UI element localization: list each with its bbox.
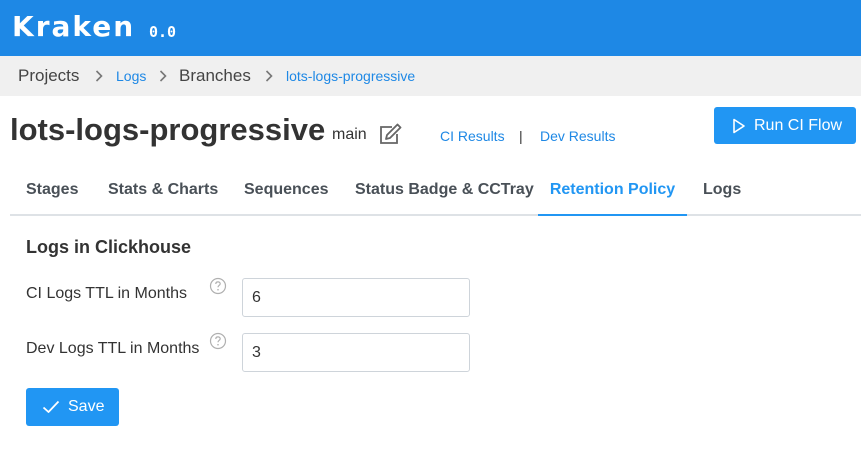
dev-logs-ttl-input[interactable] bbox=[242, 333, 470, 372]
ci-results-link[interactable]: CI Results bbox=[440, 126, 505, 146]
app-version: 0.0 bbox=[149, 23, 177, 41]
breadcrumb-project-link[interactable]: Logs bbox=[116, 56, 146, 96]
dev-results-link[interactable]: Dev Results bbox=[540, 126, 615, 146]
chevron-right-icon bbox=[265, 70, 273, 82]
tab-status-badge[interactable]: Status Badge & CCTray bbox=[355, 166, 534, 214]
edit-icon[interactable] bbox=[378, 123, 402, 145]
breadcrumb-branches[interactable]: Branches bbox=[179, 56, 251, 96]
save-label: Save bbox=[68, 398, 105, 415]
run-ci-flow-button[interactable]: Run CI Flow bbox=[714, 107, 856, 144]
run-ci-flow-label: Run CI Flow bbox=[754, 117, 843, 134]
link-separator: | bbox=[519, 128, 523, 144]
chevron-right-icon bbox=[159, 70, 167, 82]
chevron-right-icon bbox=[95, 70, 103, 82]
tab-bar: Stages Stats & Charts Sequences Status B… bbox=[10, 166, 861, 216]
help-icon[interactable] bbox=[209, 277, 227, 295]
app-logo[interactable]: Kraken bbox=[12, 10, 135, 44]
tab-sequences[interactable]: Sequences bbox=[244, 166, 328, 214]
tab-retention-policy[interactable]: Retention Policy bbox=[538, 166, 687, 216]
top-navbar: Kraken 0.0 bbox=[0, 0, 861, 56]
check-icon bbox=[42, 400, 60, 413]
play-icon bbox=[733, 118, 745, 134]
dev-logs-ttl-label: Dev Logs TTL in Months bbox=[26, 340, 200, 357]
section-title: Logs in Clickhouse bbox=[26, 237, 192, 257]
tab-stats-charts[interactable]: Stats & Charts bbox=[108, 166, 218, 214]
ci-logs-ttl-label: CI Logs TTL in Months bbox=[26, 285, 187, 302]
breadcrumb: Projects Logs Branches lots-logs-progres… bbox=[0, 56, 861, 96]
branch-name: main bbox=[332, 126, 367, 143]
page-title: lots-logs-progressive bbox=[10, 112, 326, 147]
tab-logs[interactable]: Logs bbox=[703, 166, 741, 214]
tab-stages[interactable]: Stages bbox=[26, 166, 78, 214]
breadcrumb-projects[interactable]: Projects bbox=[18, 56, 79, 96]
save-button[interactable]: Save bbox=[26, 388, 119, 426]
ci-logs-ttl-input[interactable] bbox=[242, 278, 470, 317]
breadcrumb-branch-link[interactable]: lots-logs-progressive bbox=[286, 56, 415, 96]
help-icon[interactable] bbox=[209, 332, 227, 350]
